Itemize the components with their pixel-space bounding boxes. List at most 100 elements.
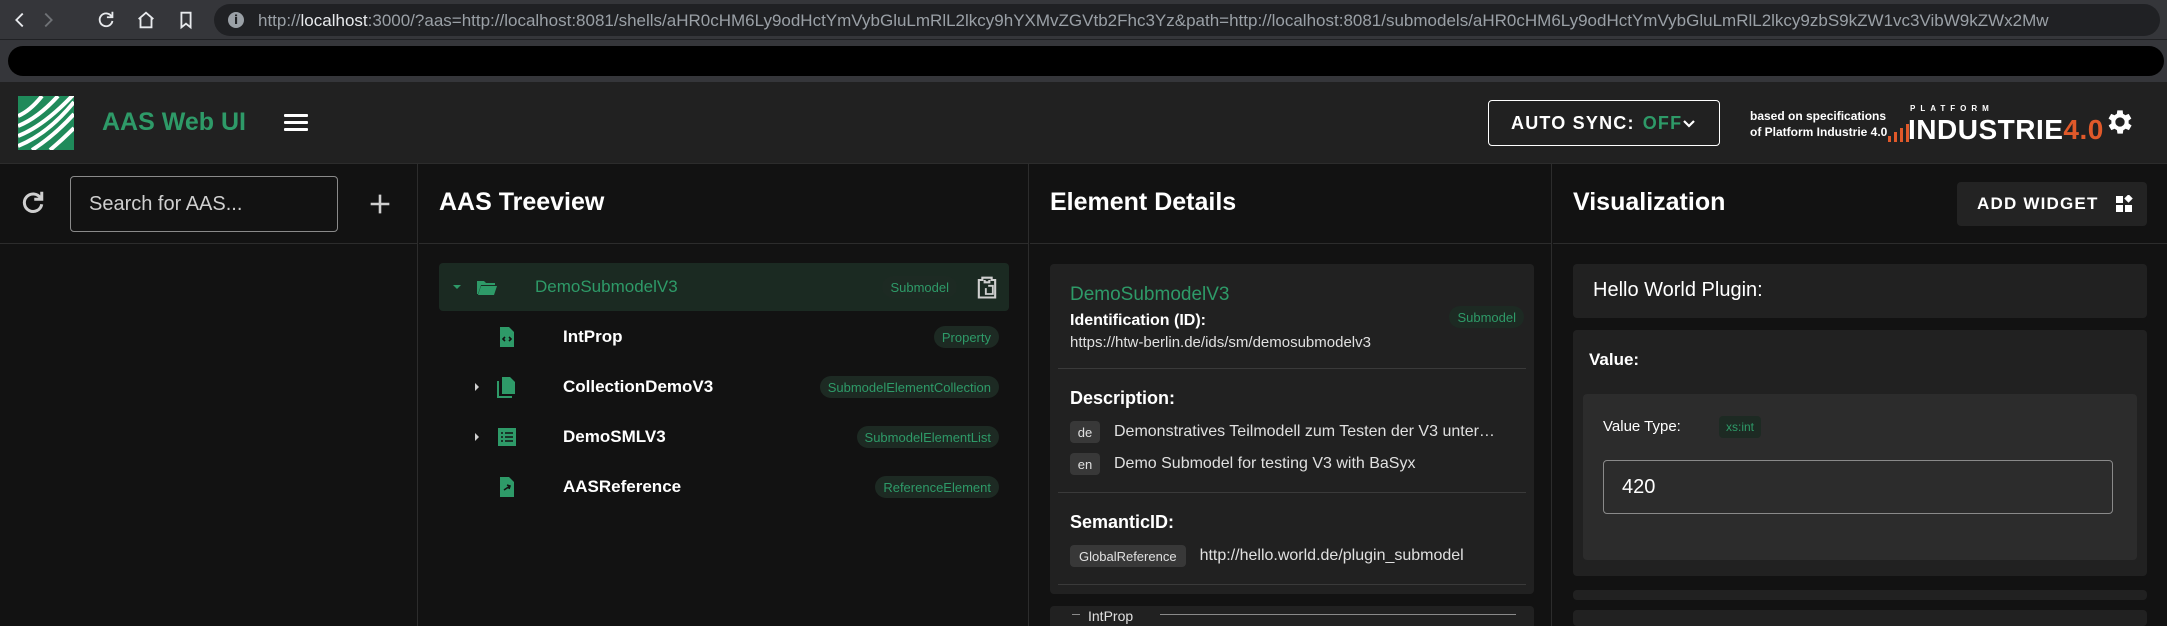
app-bar: AAS Web UI AUTO SYNC: OFF based on speci… [0,82,2167,164]
settings-gear-icon[interactable] [2104,106,2136,138]
element-name: DemoSubmodelV3 [1070,284,1230,305]
divider [1058,584,1526,585]
tree-item-label: DemoSMLV3 [563,427,666,446]
submodel-element-card: IntProp [1050,606,1534,626]
search-field[interactable] [70,176,338,232]
folder-open-icon [477,281,497,295]
type-chip: SubmodelElementList [856,426,999,448]
type-chip: Submodel [882,276,957,298]
add-aas-icon[interactable] [366,190,394,218]
divider [1058,492,1526,493]
details-header: Element Details [1030,164,1551,244]
tree-item-label: DemoSubmodelV3 [535,277,678,296]
reference-file-icon [500,477,514,497]
property-file-icon [500,327,514,347]
forward-arrow-icon [44,12,53,28]
reference-type-chip: GlobalReference [1070,545,1186,567]
chevron-down-icon[interactable] [449,279,465,295]
semantic-id-value[interactable]: http://hello.world.de/plugin_submodel [1200,547,1464,565]
tree-item-aasreference[interactable]: AASReference ReferenceElement [439,463,1009,511]
copy-to-clipboard-icon[interactable] [973,273,1001,301]
site-info-icon[interactable]: i [228,12,244,28]
language-chip: en [1070,453,1100,475]
tree-item-label: CollectionDemoV3 [563,377,714,396]
widgets-icon [2116,195,2133,212]
semantic-id-row: GlobalReference http://hello.world.de/pl… [1070,545,1464,567]
bookmark-button[interactable] [172,6,200,34]
tree-item-intprop[interactable]: IntProp Property [439,313,1009,361]
plugin-title: Hello World Plugin: [1593,279,1763,301]
aas-list-panel [0,164,418,626]
tree-item-label: IntProp [563,327,623,346]
add-widget-button[interactable]: ADD WIDGET [1957,182,2147,226]
tree-item-demosmlv3[interactable]: DemoSMLV3 SubmodelElementList [439,413,1009,461]
bookmark-icon [180,11,192,30]
industrie40-logo: PLATFORM INDUSTRIE4.0 [1888,104,2103,145]
fraunhofer-logo-icon [18,96,74,150]
type-chip: ReferenceElement [875,476,999,498]
browser-toolbar: i http://localhost:3000/?aas=http://loca… [0,0,2167,40]
chevron-right-icon[interactable] [469,379,485,395]
value-type-chip: xs:int [1719,416,1762,438]
description-label: Description: [1070,388,1176,408]
forward-button[interactable] [34,6,62,34]
search-input[interactable] [71,177,337,231]
type-chip: SubmodelElementCollection [819,376,999,398]
home-icon [138,11,154,29]
specification-note: based on specifications of Platform Indu… [1750,109,1888,139]
type-chip: Property [933,326,999,348]
value-label: Value: [1589,350,1640,369]
value-container: Value Type: xs:int 420 [1583,394,2137,560]
address-bar[interactable]: i http://localhost:3000/?aas=http://loca… [214,4,2160,36]
details-title: Element Details [1050,188,1237,216]
app-title: AAS Web UI [102,108,246,136]
reload-button[interactable] [92,6,120,34]
value-type-label: Value Type: [1603,418,1681,435]
visualization-header: Visualization ADD WIDGET [1553,164,2167,244]
divider [1058,368,1526,369]
back-button[interactable] [6,6,34,34]
auto-sync-label: AUTO SYNC: [1511,112,1635,133]
tree-item-demosubmodelv3[interactable]: DemoSubmodelV3 Submodel [439,263,1009,311]
plugin-widget-card: Value: Value Type: xs:int 420 [1573,330,2147,576]
id-value: https://htw-berlin.de/ids/sm/demosubmode… [1070,334,1371,351]
auto-sync-state: OFF [1642,112,1683,133]
visualization-panel: Visualization ADD WIDGET Hello World Plu… [1553,164,2167,626]
id-label: Identification (ID): [1070,312,1206,329]
chevron-right-icon[interactable] [469,429,485,445]
next-widget-card [1573,590,2147,600]
language-chip: de [1070,421,1100,443]
back-arrow-icon [15,12,24,28]
aas-treeview-panel: AAS Treeview DemoSubmodelV3 Submodel Int… [419,164,1029,626]
industrie-bars-icon [1888,124,1909,142]
treeview-title: AAS Treeview [439,188,605,216]
value-field[interactable]: 420 [1603,460,2113,514]
description-row: en Demo Submodel for testing V3 with BaS… [1070,453,1415,475]
plugin-title-card: Hello World Plugin: [1573,264,2147,318]
description-text: Demo Submodel for testing V3 with BaSyx [1114,455,1416,472]
description-text: Demonstratives Teilmodell zum Testen der… [1114,423,1495,440]
url-text[interactable]: http://localhost:3000/?aas=http://localh… [258,11,2049,31]
bookmarks-bar [0,40,2167,82]
refresh-icon[interactable] [18,188,48,218]
element-details-card: DemoSubmodelV3 Submodel Identification (… [1050,264,1534,594]
next-widget-card [1573,610,2147,626]
hamburger-menu-icon[interactable] [280,108,312,138]
element-type-chip: Submodel [1449,306,1524,328]
reload-icon [98,11,114,28]
element-card-label: IntProp [1088,608,1134,624]
redacted-region [8,46,2164,76]
tree-item-label: AASReference [563,477,682,496]
aas-list-header [0,164,417,244]
auto-sync-button[interactable]: AUTO SYNC: OFF [1488,100,1720,146]
home-button[interactable] [132,6,160,34]
semantic-id-label: SemanticID: [1070,512,1175,532]
element-details-panel: Element Details DemoSubmodelV3 Submodel … [1030,164,1552,626]
chevron-down-icon [1683,120,1695,128]
description-row: de Demonstratives Teilmodell zum Testen … [1070,421,1495,443]
treeview-header: AAS Treeview [419,164,1028,244]
visualization-title: Visualization [1573,188,1726,216]
tree-item-collectiondemov3[interactable]: CollectionDemoV3 SubmodelElementCollecti… [439,363,1009,411]
list-table-icon [498,428,516,446]
collection-files-icon [497,377,515,398]
